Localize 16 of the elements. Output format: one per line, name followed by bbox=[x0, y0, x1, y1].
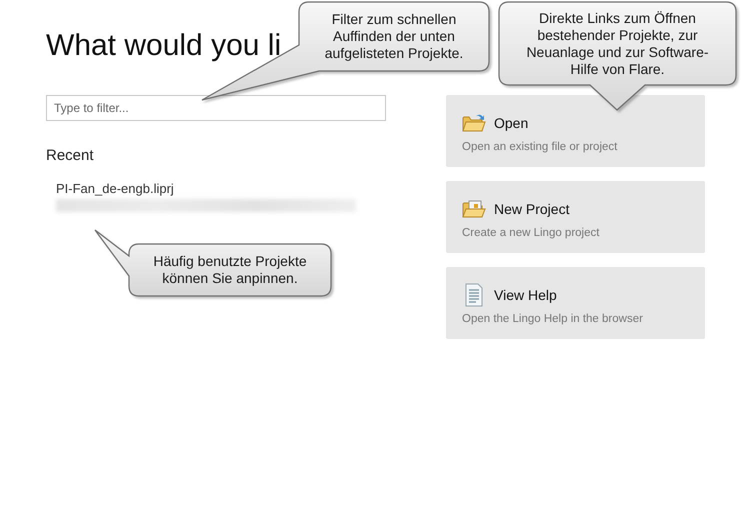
card-title: Open bbox=[494, 115, 528, 131]
folder-icon bbox=[462, 113, 486, 133]
card-title: View Help bbox=[494, 287, 557, 303]
card-description: Create a new Lingo project bbox=[462, 227, 600, 239]
card-description: Open the Lingo Help in the browser bbox=[462, 313, 644, 325]
section-title: Recent bbox=[46, 147, 94, 164]
recent-project-link[interactable]: PI-Fan_de-engb.liprj bbox=[56, 181, 356, 196]
action-card[interactable]: Open Open an existing file or project bbox=[446, 95, 705, 167]
page-heading: What would you li bbox=[46, 28, 282, 64]
card-description: Open an existing file or project bbox=[462, 141, 618, 153]
action-card[interactable]: View Help Open the Lingo Help in the browser bbox=[446, 267, 705, 339]
folder-icon bbox=[462, 199, 486, 219]
callout: Direkte Links zum Öffnen bestehender Projekte, zur Neuanlage und zur Software-Hilfe von Flare. bbox=[497, 0, 738, 112]
filter-field[interactable]: Type to filter... bbox=[46, 95, 386, 121]
action-card[interactable]: New Project Create a new Lingo project bbox=[446, 181, 705, 253]
card-title: New Project bbox=[494, 201, 570, 217]
